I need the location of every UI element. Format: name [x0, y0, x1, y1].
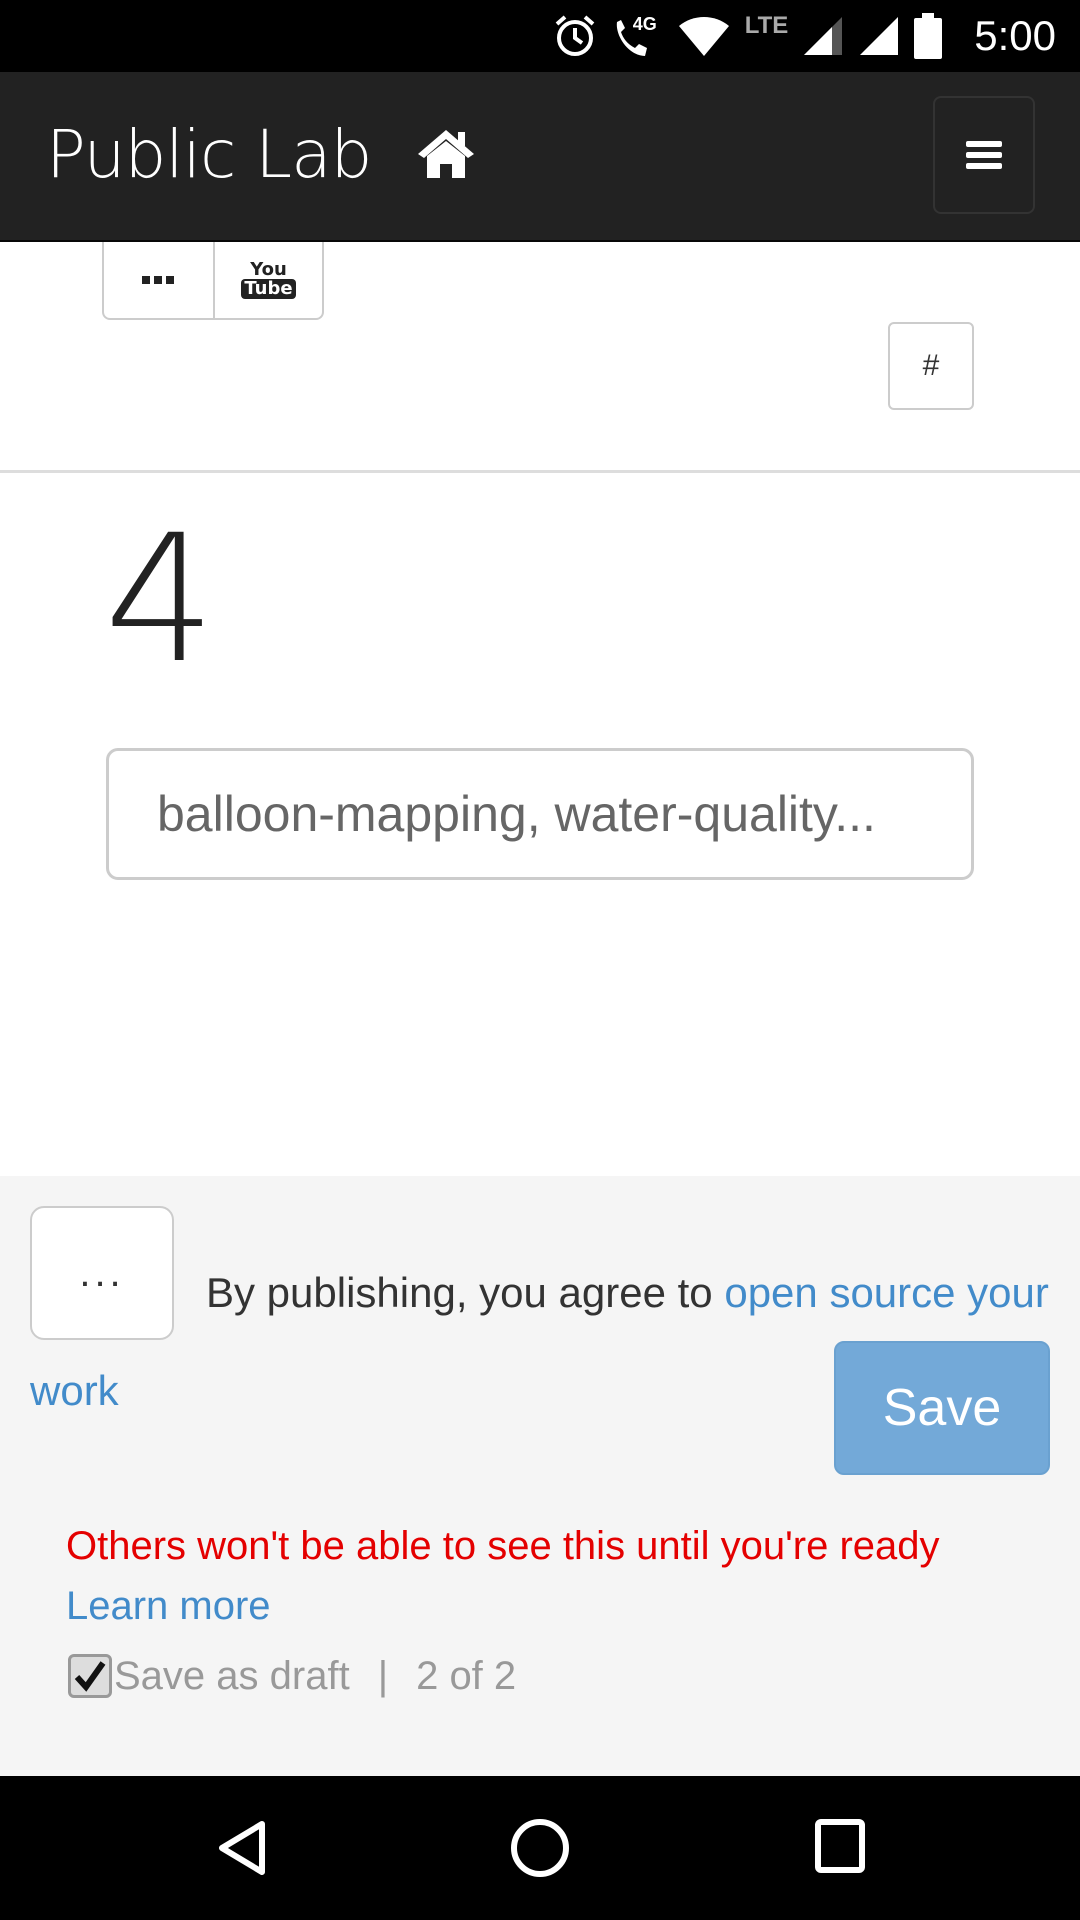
- hamburger-menu-icon: [966, 136, 1002, 174]
- checkmark-icon: [74, 1661, 106, 1692]
- ellipsis-icon: [142, 276, 175, 284]
- system-navigation-bar: [0, 1776, 1080, 1920]
- step-number: 4: [104, 497, 216, 702]
- status-bar: 4G LTE 5:00: [0, 0, 1080, 72]
- step-count: 2 of 2: [416, 1653, 517, 1698]
- youtube-icon-bottom: Tube: [241, 279, 296, 299]
- more-formatting-button[interactable]: [104, 242, 213, 318]
- draft-row: Save as draft | 2 of 2: [68, 1646, 516, 1706]
- home-circle-icon[interactable]: [510, 1818, 570, 1878]
- lte-label: LTE: [744, 12, 789, 39]
- home-icon[interactable]: [416, 128, 476, 185]
- wifi-icon: [678, 17, 729, 56]
- network-type-label: 4G: [632, 14, 657, 34]
- agree-prefix: By publishing, you agree to: [206, 1269, 725, 1316]
- save-as-draft-label: Save as draft: [114, 1653, 350, 1698]
- youtube-embed-button[interactable]: You Tube: [212, 242, 322, 318]
- recents-icon[interactable]: [814, 1818, 866, 1874]
- youtube-icon: You Tube: [241, 259, 296, 299]
- section-divider: [0, 470, 1080, 473]
- hashtag-button[interactable]: #: [888, 322, 974, 410]
- back-icon[interactable]: [214, 1818, 270, 1878]
- learn-more-link[interactable]: Learn more: [66, 1576, 1026, 1636]
- hamburger-menu-button[interactable]: [933, 96, 1035, 214]
- tags-input[interactable]: [106, 748, 974, 880]
- save-button[interactable]: Save: [834, 1341, 1050, 1475]
- separator: |: [377, 1653, 389, 1698]
- publish-footer: By publishing, you agree to open source …: [0, 1176, 1080, 1776]
- draft-warning-text: Others won't be able to see this until y…: [66, 1524, 940, 1568]
- more-options-button[interactable]: ...: [30, 1206, 174, 1340]
- save-as-draft-checkbox[interactable]: [68, 1654, 112, 1698]
- wifi-call-icon: 4G: [611, 14, 663, 58]
- youtube-icon-top: You: [250, 259, 287, 280]
- alarm-icon: [555, 15, 595, 56]
- signal-icon: [804, 17, 843, 55]
- status-time: 5:00: [974, 12, 1056, 59]
- brand-logo-text[interactable]: Public Lab: [46, 116, 372, 193]
- battery-icon: [914, 13, 943, 59]
- editor-toolbar-group: You Tube: [102, 242, 324, 320]
- top-navbar: Public Lab: [0, 72, 1080, 242]
- status-icons: 4G LTE 5:00: [553, 0, 1056, 72]
- signal-icon: [860, 17, 899, 55]
- draft-warning: Others won't be able to see this until y…: [66, 1516, 1026, 1636]
